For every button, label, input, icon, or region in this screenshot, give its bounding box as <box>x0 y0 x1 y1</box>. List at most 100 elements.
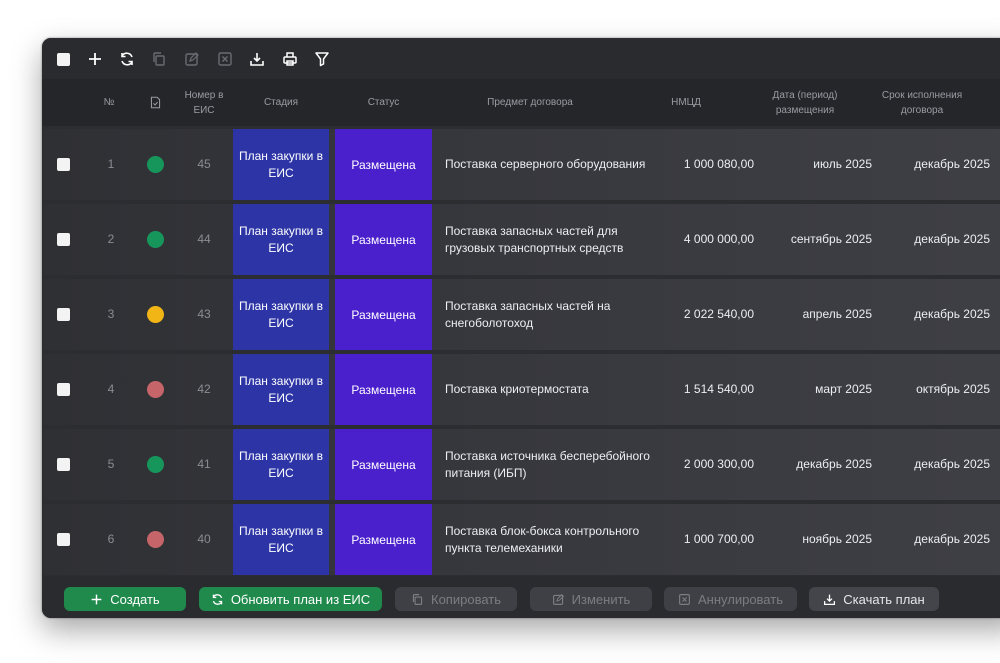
row-placement-date: март 2025 <box>815 382 872 396</box>
row-price: 2 000 300,00 <box>683 457 754 471</box>
refresh-icon <box>212 593 223 605</box>
document-check-icon[interactable] <box>146 79 164 126</box>
row-deadline: декабрь 2025 <box>914 157 990 171</box>
row-subject: Поставка серверного оборудования <box>445 157 646 171</box>
header-status[interactable]: Статус <box>335 79 432 126</box>
status-dot <box>147 231 164 248</box>
row-num: 6 <box>107 532 115 546</box>
plus-icon[interactable] <box>86 50 104 68</box>
filter-icon[interactable] <box>313 50 331 68</box>
row-stage: План закупки в ЕИС <box>233 129 329 200</box>
print-icon[interactable] <box>281 50 299 68</box>
row-subject: Поставка запасных частей для грузовых тр… <box>445 223 624 255</box>
row-deadline: октябрь 2025 <box>916 382 990 396</box>
table-row[interactable]: 1 45 План закупки в ЕИС Размещена Постав… <box>44 129 1000 200</box>
copy-icon <box>412 593 423 605</box>
row-price: 2 022 540,00 <box>683 307 754 321</box>
row-stage: План закупки в ЕИС <box>233 279 329 350</box>
row-placement-date: декабрь 2025 <box>796 457 872 471</box>
status-dot <box>147 456 164 473</box>
edit-button[interactable]: Изменить <box>530 587 652 611</box>
row-deadline: декабрь 2025 <box>914 307 990 321</box>
row-placement-date: июль 2025 <box>813 157 872 171</box>
refresh-icon[interactable] <box>118 50 136 68</box>
row-eis-number: 41 <box>197 457 211 471</box>
row-placement-date: апрель 2025 <box>802 307 872 321</box>
copy-icon[interactable] <box>150 50 168 68</box>
row-stage: План закупки в ЕИС <box>233 504 329 575</box>
table-row[interactable]: 2 44 План закупки в ЕИС Размещена Постав… <box>44 204 1000 275</box>
row-subject: Поставка блок-бокса контрольного пункта … <box>445 523 640 555</box>
row-eis-number: 42 <box>197 382 211 396</box>
row-placement-date: сентябрь 2025 <box>790 232 872 246</box>
download-plan-label: Скачать план <box>843 591 925 607</box>
row-deadline: декабрь 2025 <box>914 532 990 546</box>
copy-button[interactable]: Копировать <box>395 587 517 611</box>
row-status: Размещена <box>335 129 432 200</box>
download-icon <box>824 594 836 605</box>
create-button[interactable]: Создать <box>64 587 186 611</box>
row-stage: План закупки в ЕИС <box>233 429 329 500</box>
refresh-plan-button[interactable]: Обновить план из ЕИС <box>199 587 382 611</box>
row-checkbox[interactable] <box>57 533 70 546</box>
header-eis-number[interactable]: Номер в ЕИС <box>178 79 230 126</box>
row-stage: План закупки в ЕИС <box>233 204 329 275</box>
row-checkbox[interactable] <box>57 458 70 471</box>
status-dot <box>147 531 164 548</box>
row-num: 5 <box>107 457 115 471</box>
row-status: Размещена <box>335 204 432 275</box>
copy-button-label: Копировать <box>431 591 501 607</box>
annul-button-label: Аннулировать <box>698 591 783 607</box>
row-stage: План закупки в ЕИС <box>233 354 329 425</box>
header-num[interactable]: № <box>97 79 121 126</box>
edit-icon <box>552 593 564 605</box>
table-row[interactable]: 5 41 План закупки в ЕИС Размещена Постав… <box>44 429 1000 500</box>
header-placement-date[interactable]: Дата (период) размещения <box>757 79 853 126</box>
row-eis-number: 40 <box>197 532 211 546</box>
edit-button-label: Изменить <box>571 591 631 607</box>
row-checkbox[interactable] <box>57 233 70 246</box>
cancel-icon[interactable] <box>216 50 234 68</box>
row-num: 4 <box>107 382 115 396</box>
row-price: 1 514 540,00 <box>683 382 754 396</box>
row-num: 3 <box>107 307 115 321</box>
header-subject[interactable]: Предмет договора <box>445 79 615 126</box>
status-dot <box>147 306 164 323</box>
status-dot <box>147 381 164 398</box>
row-price: 1 000 080,00 <box>683 157 754 171</box>
row-subject: Поставка источника бесперебойного питани… <box>445 448 650 480</box>
row-checkbox[interactable] <box>57 158 70 171</box>
edit-icon[interactable] <box>183 50 201 68</box>
cancel-icon <box>679 593 690 605</box>
header-price[interactable]: НМЦД <box>654 79 718 126</box>
header-deadline[interactable]: Срок исполнения договора <box>876 79 968 126</box>
download-plan-button[interactable]: Скачать план <box>809 587 939 611</box>
plus-icon <box>91 594 102 604</box>
row-subject: Поставка криотермостата <box>445 382 589 396</box>
create-button-label: Создать <box>110 591 160 607</box>
row-checkbox[interactable] <box>57 308 70 321</box>
footer-actions: Создать Обновить план из ЕИС Копировать … <box>42 576 1000 618</box>
annul-button[interactable]: Аннулировать <box>664 587 797 611</box>
table-row[interactable]: 6 40 План закупки в ЕИС Размещена Постав… <box>44 504 1000 575</box>
status-dot <box>147 156 164 173</box>
row-placement-date: ноябрь 2025 <box>802 532 872 546</box>
select-all-checkbox[interactable] <box>54 50 72 68</box>
row-subject: Поставка запасных частей на снегоболотох… <box>445 298 611 330</box>
row-eis-number: 43 <box>197 307 211 321</box>
app-window: № Номер в ЕИС Стадия Статус Предмет дого… <box>42 38 1000 618</box>
row-price: 4 000 000,00 <box>683 232 754 246</box>
row-status: Размещена <box>335 504 432 575</box>
row-eis-number: 44 <box>197 232 211 246</box>
row-num: 2 <box>107 232 115 246</box>
row-deadline: декабрь 2025 <box>914 232 990 246</box>
download-icon[interactable] <box>248 50 266 68</box>
row-deadline: декабрь 2025 <box>914 457 990 471</box>
table-row[interactable]: 4 42 План закупки в ЕИС Размещена Постав… <box>44 354 1000 425</box>
header-stage[interactable]: Стадия <box>233 79 329 126</box>
row-checkbox[interactable] <box>57 383 70 396</box>
table-row[interactable]: 3 43 План закупки в ЕИС Размещена Постав… <box>44 279 1000 350</box>
row-status: Размещена <box>335 279 432 350</box>
row-status: Размещена <box>335 429 432 500</box>
row-num: 1 <box>107 157 115 171</box>
